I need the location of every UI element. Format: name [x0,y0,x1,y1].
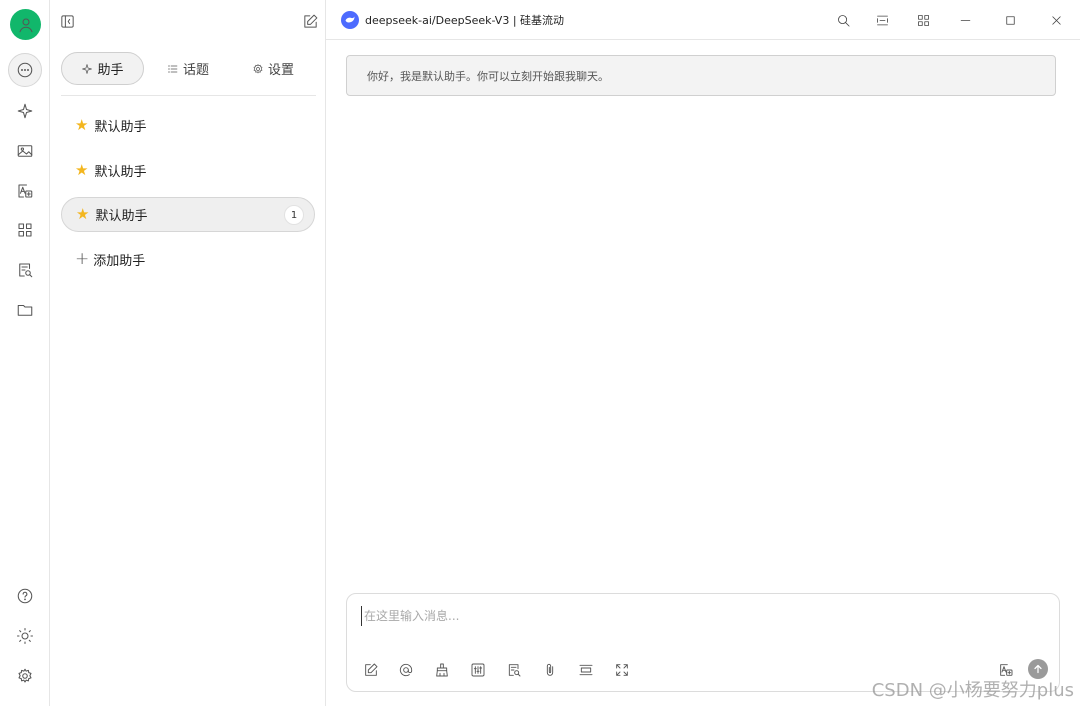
minimize-icon [960,19,970,21]
paperclip-icon [546,663,554,676]
knowledge-base-tool[interactable] [503,660,525,680]
star-emoji-icon: ★ [76,205,90,223]
close-button[interactable] [1046,10,1066,30]
assistant-item[interactable]: ★ 默认助手 [61,108,315,143]
star-emoji-icon: ★ [75,116,89,134]
attach-file-tool[interactable] [539,660,561,680]
mention-model-tool[interactable] [395,660,417,680]
user-icon [18,17,33,32]
assistant-name: 默认助手 [94,120,147,135]
rail-apps-button[interactable] [8,213,42,247]
folder-icon [17,304,33,316]
settings-icon [18,668,32,683]
sparkle-icon [17,103,33,119]
user-avatar[interactable] [10,9,41,40]
greeting-text: 你好，我是默认助手。你可以立刻开始跟我聊天。 [367,69,609,83]
narrow-mode-icon [876,15,888,25]
apps-icon [917,14,929,26]
minimize-button[interactable] [955,10,975,30]
tab-topics[interactable]: 话题 [158,52,218,85]
rail-theme-button[interactable] [8,619,42,653]
assistant-item-selected[interactable]: ★ 默认助手 1 [61,197,315,232]
star-emoji-icon: ★ [75,161,89,179]
title-bar: deepseek-ai/DeepSeek-V3 | 硅基流动 [326,0,1080,40]
close-icon [1051,15,1061,25]
new-context-tool[interactable] [575,660,597,680]
document-search-icon [19,263,33,278]
rail-agents-button[interactable] [8,94,42,128]
apps-icon [18,223,32,237]
at-icon [399,663,413,677]
model-name: deepseek-ai/DeepSeek-V3 | 硅基流动 [365,14,565,27]
expand-input-tool[interactable] [611,660,633,680]
tab-settings[interactable]: 设置 [243,52,303,85]
mini-apps-button[interactable] [913,10,933,30]
maximize-icon [1005,15,1015,25]
assistant-name: 默认助手 [94,165,147,180]
gear-icon [253,63,263,73]
edit-icon [365,663,378,676]
add-assistant-button[interactable]: + 添加助手 [75,247,145,271]
rail-chat-button[interactable] [8,53,42,87]
search-icon [837,14,850,27]
rail-translate-button[interactable] [8,174,42,208]
rail-help-button[interactable] [8,579,42,613]
tab-label: 设置 [267,63,294,78]
add-assistant-label: 添加助手 [93,253,146,269]
panel-tabs: 助手 话题 设置 [61,52,316,96]
tab-assistants[interactable]: 助手 [61,52,144,85]
tab-label: 助手 [97,63,124,78]
assistant-name: 默认助手 [95,209,148,224]
expand-icon [616,664,628,676]
model-selector[interactable]: deepseek-ai/DeepSeek-V3 | 硅基流动 [341,11,564,29]
rail-knowledge-button[interactable] [8,253,42,287]
theme-icon [16,627,34,645]
settings-sliders-tool[interactable] [467,660,489,680]
maximize-button[interactable] [1000,10,1020,30]
edit-icon [303,14,317,28]
help-icon [17,588,33,604]
arrow-up-icon [1034,664,1042,674]
plus-icon: + [75,249,90,269]
greeting-message: 你好，我是默认助手。你可以立刻开始跟我聊天。 [346,55,1056,96]
deepseek-logo-icon [341,11,359,29]
rail-settings-button[interactable] [8,659,42,693]
assistant-item[interactable]: ★ 默认助手 [61,153,315,188]
broom-icon [436,663,448,677]
clear-context-tool[interactable] [431,660,453,680]
chat-icon [17,62,33,78]
search-button[interactable] [833,10,853,30]
image-icon [17,145,33,157]
tab-label: 话题 [182,63,209,78]
document-search-icon [508,664,521,677]
sliders-icon [471,663,485,677]
assistants-panel: 助手 话题 设置 ★ 默认助手 ★ 默认助手 ★ 默认助手 1 + 添加助手 [51,0,326,706]
list-icon [168,64,178,73]
sparkle-icon [82,63,93,74]
context-divider-icon [579,664,593,676]
new-topic-tool[interactable] [360,660,382,680]
rail-painting-button[interactable] [8,134,42,168]
translate-icon [18,184,33,198]
topic-count-badge: 1 [284,205,304,225]
collapse-sidebar-button[interactable] [57,11,77,31]
message-input[interactable] [361,606,1041,626]
icon-rail [0,0,50,706]
narrow-mode-button[interactable] [872,10,892,30]
new-topic-button[interactable] [300,11,320,31]
csdn-watermark: CSDN @小杨要努力plus [871,680,1074,701]
sidebar-toggle-icon [60,14,74,28]
rail-files-button[interactable] [8,293,42,327]
panel-toolbar [51,0,326,40]
